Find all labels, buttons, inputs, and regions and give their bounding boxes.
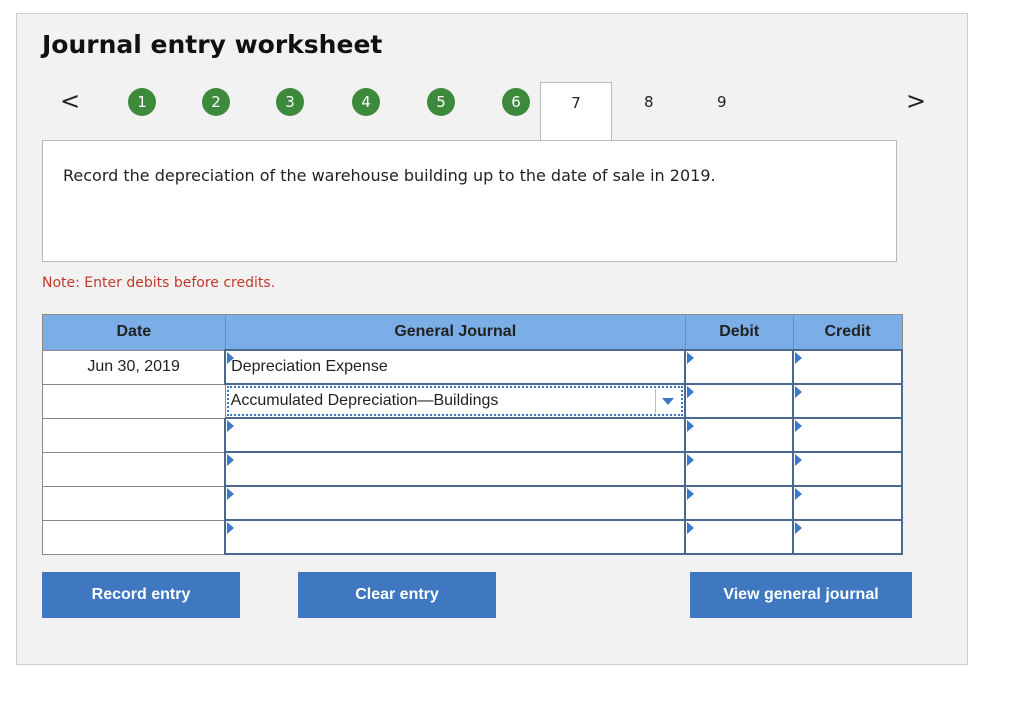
chevron-right-icon[interactable]: > xyxy=(906,89,926,113)
header-date: Date xyxy=(42,314,226,351)
date-cell[interactable] xyxy=(42,519,226,555)
journal-table: Date General Journal Debit Credit Jun 30… xyxy=(42,314,903,555)
debit-input[interactable] xyxy=(684,519,795,555)
account-select[interactable]: Accumulated Depreciation—Buildings xyxy=(224,383,686,419)
step-5[interactable]: 5 xyxy=(427,88,455,116)
step-8[interactable]: 8 xyxy=(644,93,654,111)
account-input[interactable]: Depreciation Expense xyxy=(224,349,687,385)
dropdown-arrow-icon[interactable] xyxy=(655,389,680,413)
account-input[interactable] xyxy=(224,519,687,555)
debit-input[interactable] xyxy=(684,485,795,521)
step-4[interactable]: 4 xyxy=(352,88,380,116)
record-entry-button[interactable]: Record entry xyxy=(42,572,240,618)
input-marker-icon xyxy=(227,522,235,534)
header-general-journal: General Journal xyxy=(224,314,686,351)
debit-input[interactable] xyxy=(684,451,795,487)
credit-input[interactable] xyxy=(792,349,903,385)
step-1[interactable]: 1 xyxy=(128,88,156,116)
debit-input[interactable] xyxy=(684,383,795,419)
input-marker-icon xyxy=(687,386,695,398)
table-row: Jun 30, 2019 Depreciation Expense xyxy=(42,349,903,385)
step-2[interactable]: 2 xyxy=(202,88,230,116)
input-marker-icon xyxy=(795,386,803,398)
input-marker-icon xyxy=(795,352,803,364)
date-cell[interactable]: Jun 30, 2019 xyxy=(42,349,226,385)
note-text: Note: Enter debits before credits. xyxy=(42,275,276,291)
date-cell[interactable] xyxy=(42,485,226,521)
credit-input[interactable] xyxy=(792,383,903,419)
date-cell[interactable] xyxy=(42,417,226,453)
table-row xyxy=(42,451,903,487)
debit-input[interactable] xyxy=(684,417,795,453)
account-input[interactable] xyxy=(224,451,687,487)
account-input[interactable] xyxy=(224,417,687,453)
input-marker-icon xyxy=(795,454,803,466)
header-credit: Credit xyxy=(792,314,903,351)
account-value: Depreciation Expense xyxy=(231,358,388,375)
instruction-box: Record the depreciation of the warehouse… xyxy=(42,140,897,262)
date-cell[interactable] xyxy=(42,383,226,419)
input-marker-icon xyxy=(687,420,695,432)
account-input[interactable] xyxy=(224,485,687,521)
input-marker-icon xyxy=(227,488,235,500)
instruction-text: Record the depreciation of the warehouse… xyxy=(63,166,716,185)
input-marker-icon xyxy=(687,454,695,466)
input-marker-icon xyxy=(687,352,695,364)
page-title: Journal entry worksheet xyxy=(42,30,383,59)
chevron-left-icon[interactable]: < xyxy=(60,89,80,113)
table-row xyxy=(42,485,903,521)
credit-input[interactable] xyxy=(792,417,903,453)
date-cell[interactable] xyxy=(42,451,226,487)
input-marker-icon xyxy=(227,454,235,466)
credit-input[interactable] xyxy=(792,451,903,487)
step-7-current[interactable]: 7 xyxy=(540,82,612,142)
step-6[interactable]: 6 xyxy=(502,88,530,116)
credit-input[interactable] xyxy=(792,519,903,555)
input-marker-icon xyxy=(227,420,235,432)
input-marker-icon xyxy=(795,522,803,534)
clear-entry-button[interactable]: Clear entry xyxy=(298,572,496,618)
step-7-label: 7 xyxy=(571,94,581,112)
header-debit: Debit xyxy=(684,314,794,351)
credit-input[interactable] xyxy=(792,485,903,521)
table-row xyxy=(42,519,903,555)
step-3[interactable]: 3 xyxy=(276,88,304,116)
step-9[interactable]: 9 xyxy=(717,93,727,111)
debit-input[interactable] xyxy=(684,349,795,385)
input-marker-icon xyxy=(687,488,695,500)
input-marker-icon xyxy=(795,488,803,500)
input-marker-icon xyxy=(687,522,695,534)
table-row xyxy=(42,417,903,453)
table-row: Accumulated Depreciation—Buildings xyxy=(42,383,903,419)
account-value: Accumulated Depreciation—Buildings xyxy=(230,392,499,409)
input-marker-icon xyxy=(795,420,803,432)
view-general-journal-button[interactable]: View general journal xyxy=(690,572,912,618)
table-header-row: Date General Journal Debit Credit xyxy=(42,314,903,351)
